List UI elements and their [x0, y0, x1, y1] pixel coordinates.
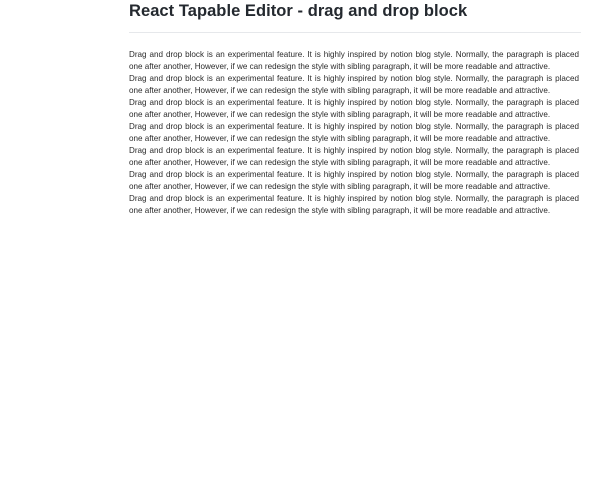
- editor-area[interactable]: Drag and drop block is an experimental f…: [129, 49, 579, 217]
- paragraph-block[interactable]: Drag and drop block is an experimental f…: [129, 145, 579, 169]
- paragraph-block[interactable]: Drag and drop block is an experimental f…: [129, 193, 579, 217]
- page-title: React Tapable Editor - drag and drop blo…: [129, 2, 468, 20]
- paragraph-block[interactable]: Drag and drop block is an experimental f…: [129, 73, 579, 97]
- paragraph-block[interactable]: Drag and drop block is an experimental f…: [129, 169, 579, 193]
- paragraph-block[interactable]: Drag and drop block is an experimental f…: [129, 97, 579, 121]
- paragraph-block[interactable]: Drag and drop block is an experimental f…: [129, 121, 579, 145]
- title-divider: [129, 32, 581, 33]
- paragraph-block[interactable]: Drag and drop block is an experimental f…: [129, 49, 579, 73]
- page-container: React Tapable Editor - drag and drop blo…: [129, 0, 581, 217]
